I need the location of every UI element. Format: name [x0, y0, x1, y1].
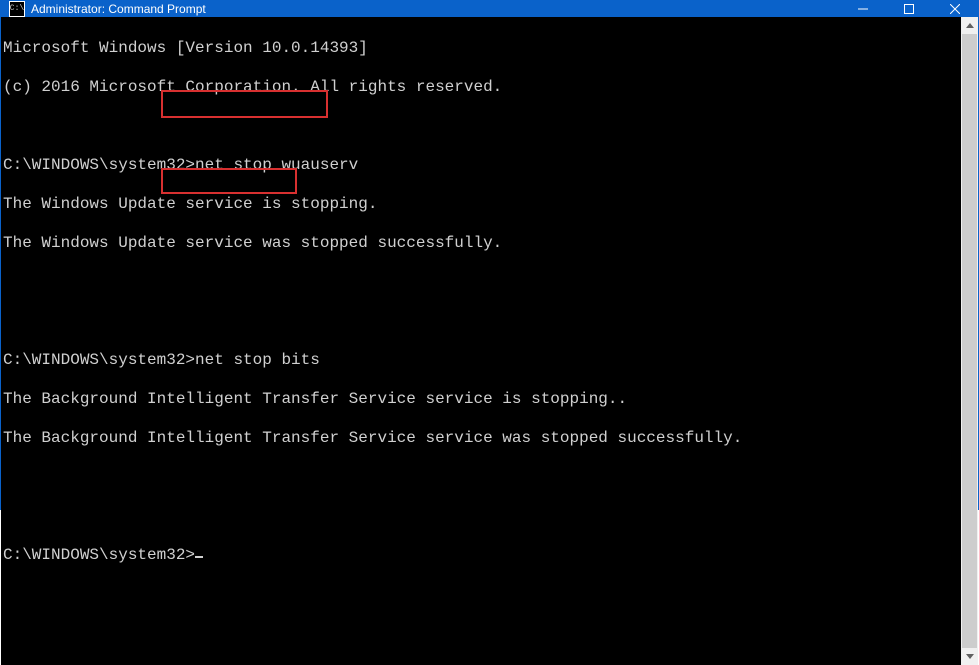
minimize-icon — [858, 4, 868, 14]
command-line-2: C:\WINDOWS\system32>net stop bits — [3, 351, 959, 371]
blank-line — [3, 117, 959, 137]
close-icon — [950, 4, 960, 14]
prompt-text: C:\WINDOWS\system32> — [3, 156, 195, 174]
prompt-text: C:\WINDOWS\system32> — [3, 546, 195, 564]
cmd-window: C:\ Administrator: Command Prompt Micros… — [0, 0, 979, 510]
output-line: The Background Intelligent Transfer Serv… — [3, 390, 959, 410]
blank-line — [3, 468, 959, 488]
blank-line — [3, 312, 959, 332]
scroll-down-button[interactable] — [961, 648, 978, 665]
maximize-button[interactable] — [886, 1, 932, 17]
command-text: net stop wuauserv — [195, 156, 358, 174]
chevron-down-icon — [966, 654, 974, 659]
version-line: Microsoft Windows [Version 10.0.14393] — [3, 39, 959, 59]
minimize-button[interactable] — [840, 1, 886, 17]
window-controls — [840, 1, 978, 17]
vertical-scrollbar[interactable] — [961, 17, 978, 665]
active-prompt-line: C:\WINDOWS\system32> — [3, 546, 959, 566]
text-cursor — [195, 556, 203, 558]
terminal-output[interactable]: Microsoft Windows [Version 10.0.14393] (… — [1, 17, 961, 665]
output-line: The Windows Update service is stopping. — [3, 195, 959, 215]
output-line: The Background Intelligent Transfer Serv… — [3, 429, 959, 449]
command-text: net stop bits — [195, 351, 320, 369]
blank-line — [3, 273, 959, 293]
blank-line — [3, 507, 959, 527]
scrollbar-thumb[interactable] — [962, 34, 977, 648]
close-button[interactable] — [932, 1, 978, 17]
titlebar[interactable]: C:\ Administrator: Command Prompt — [1, 1, 978, 17]
prompt-text: C:\WINDOWS\system32> — [3, 351, 195, 369]
scroll-up-button[interactable] — [961, 17, 978, 34]
client-area: Microsoft Windows [Version 10.0.14393] (… — [1, 17, 978, 665]
cmd-icon: C:\ — [9, 1, 25, 17]
maximize-icon — [904, 4, 914, 14]
copyright-line: (c) 2016 Microsoft Corporation. All righ… — [3, 78, 959, 98]
window-title: Administrator: Command Prompt — [31, 2, 206, 16]
command-line-1: C:\WINDOWS\system32>net stop wuauserv — [3, 156, 959, 176]
output-line: The Windows Update service was stopped s… — [3, 234, 959, 254]
chevron-up-icon — [966, 23, 974, 28]
scrollbar-track[interactable] — [961, 34, 978, 648]
